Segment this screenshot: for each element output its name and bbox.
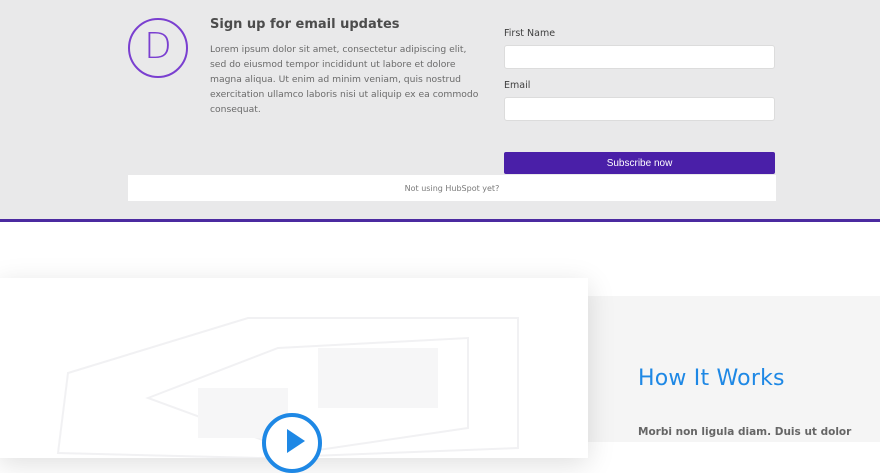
logo-letter: D [144, 26, 172, 67]
hubspot-footer: Not using HubSpot yet? [128, 175, 776, 201]
email-field[interactable] [504, 97, 775, 121]
how-it-works-title: How It Works [638, 366, 785, 391]
first-name-field[interactable] [504, 45, 775, 69]
signup-description: Lorem ipsum dolor sit amet, consectetur … [210, 44, 479, 115]
email-label: Email [504, 80, 531, 91]
signup-title: Sign up for email updates [210, 17, 400, 32]
section-divider [0, 219, 880, 222]
how-it-works-text: Morbi non ligula diam. Duis ut dolor [638, 426, 852, 438]
subscribe-button[interactable]: Subscribe now [504, 152, 775, 174]
divi-logo-icon: D [128, 18, 188, 78]
first-name-label: First Name [504, 28, 556, 39]
hubspot-link[interactable]: Not using HubSpot yet? [405, 184, 500, 193]
play-icon[interactable] [262, 413, 322, 473]
signup-section: D Sign up for email updates Lorem ipsum … [0, 0, 880, 219]
play-triangle [287, 429, 305, 453]
